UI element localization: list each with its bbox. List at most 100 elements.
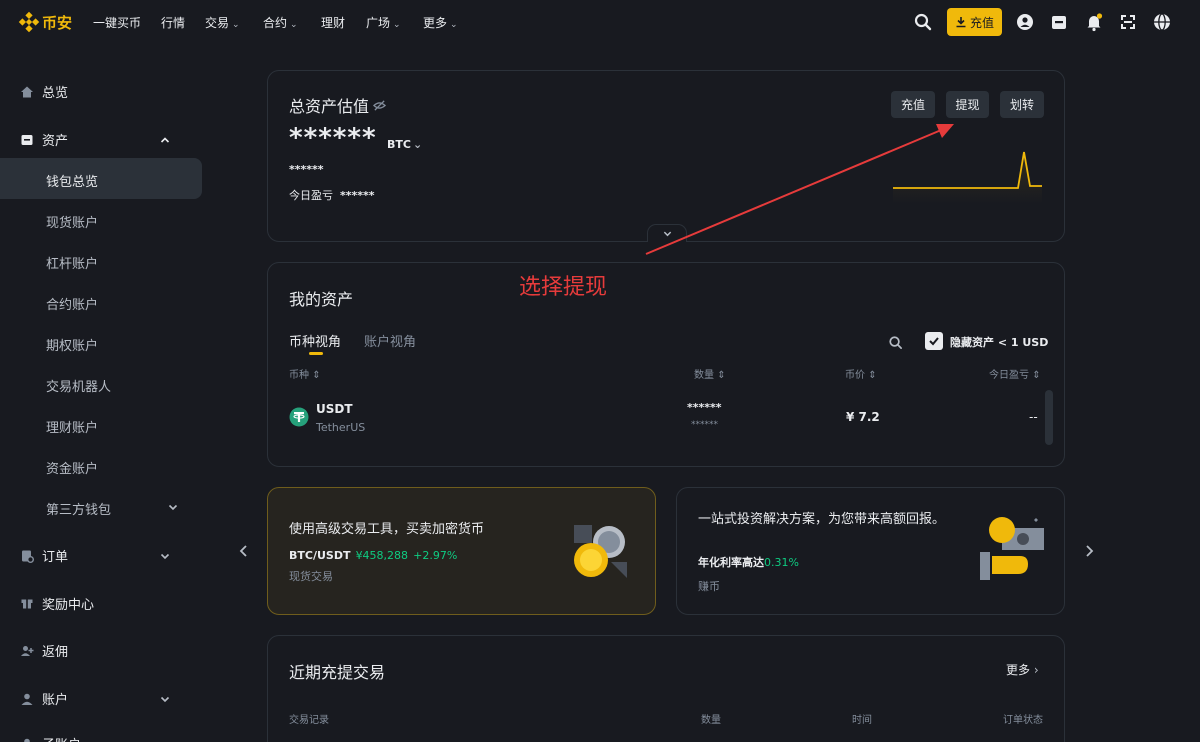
transfer-button[interactable]: 划转 <box>1000 91 1044 118</box>
nav-earn[interactable]: 理财 <box>321 14 345 31</box>
earn-illustration-icon <box>980 517 1044 580</box>
user-icon <box>21 693 33 705</box>
col-header-today-pnl[interactable]: 今日盈亏 ⇕ <box>989 366 1041 381</box>
my-assets-title: 我的资产 <box>289 290 354 309</box>
usdt-coin-icon <box>289 407 309 427</box>
sidebar-item-options[interactable]: 期权账户 <box>46 335 98 354</box>
promo-trade-tag: 现货交易 <box>289 570 333 583</box>
sidebar-item-futures[interactable]: 合约账户 <box>46 294 98 313</box>
recent-title: 近期充提交易 <box>289 663 386 682</box>
coin-symbol: USDT <box>316 402 353 416</box>
chevron-down-icon: ⌄ <box>290 20 298 30</box>
brand-name: 币安 <box>42 13 73 32</box>
nav-markets[interactable]: 行情 <box>161 14 185 31</box>
promo-earn-title: 一站式投资解决方案，为您带来高额回报。 <box>698 512 946 527</box>
balance-title: 总资产估值 <box>289 93 387 117</box>
orders-icon <box>22 550 34 563</box>
hide-small-checkbox[interactable] <box>925 332 943 350</box>
chevron-down-icon: ⌄ <box>232 20 240 30</box>
chevron-down-icon <box>160 553 170 559</box>
search-icon[interactable] <box>913 12 933 32</box>
promo-trade-title: 使用高级交易工具，买卖加密货币 <box>289 522 485 537</box>
my-assets-card <box>267 262 1065 467</box>
chevron-up-icon <box>160 136 170 143</box>
home-icon <box>21 86 33 97</box>
sidebar-item-margin[interactable]: 杠杆账户 <box>46 253 98 272</box>
brand-logo[interactable]: 币安 <box>18 11 72 33</box>
sidebar-item-assets[interactable]: 资产 <box>20 130 202 149</box>
withdraw-button[interactable]: 提现 <box>946 91 989 118</box>
bell-icon[interactable] <box>1084 12 1104 32</box>
wallet-icon[interactable] <box>1049 12 1069 32</box>
coin-name: TetherUS <box>316 421 366 434</box>
chevron-down-icon: ⌄ <box>393 20 401 30</box>
promo-earn-rate: 年化利率高达0.31% <box>698 556 799 569</box>
nav-more[interactable]: 更多 ⌄ <box>423 14 458 31</box>
sidebar-item-account[interactable]: 账户 <box>20 689 202 708</box>
coin-quantity-fiat: ****** <box>691 420 718 430</box>
sort-icon: ⇕ <box>312 370 321 381</box>
sidebar-item-overview[interactable]: 总览 <box>20 82 202 101</box>
coin-quantity: ****** <box>687 401 722 414</box>
chevron-down-icon: ⌄ <box>450 20 458 30</box>
top-navbar: 币安 一键买币 行情 交易 ⌄ 合约 ⌄ 理财 广场 ⌄ 更多 ⌄ 充值 <box>0 0 1200 44</box>
tab-coin-view[interactable]: 币种视角 <box>289 331 341 350</box>
nav-square[interactable]: 广场 ⌄ <box>366 14 401 31</box>
nav-futures[interactable]: 合约 ⌄ <box>263 14 298 31</box>
sidebar-item-wallet-overview[interactable]: 钱包总览 <box>46 171 98 190</box>
col-header-quantity[interactable]: 数量 ⇕ <box>694 366 726 381</box>
recent-transactions-card <box>267 635 1065 742</box>
sidebar-item-subaccount[interactable]: 子账户 <box>20 734 202 742</box>
eye-off-icon[interactable] <box>373 99 387 112</box>
coins-illustration-icon <box>574 525 627 578</box>
sidebar-item-rebate[interactable]: 返佣 <box>20 641 202 660</box>
search-icon[interactable] <box>888 335 903 350</box>
col-header-amount: 数量 <box>701 715 721 726</box>
nav-buy-crypto[interactable]: 一键买币 <box>93 14 141 31</box>
download-icon <box>956 17 966 28</box>
sidebar-item-third-party-wallet[interactable]: 第三方钱包 <box>46 499 182 518</box>
col-header-record: 交易记录 <box>289 715 329 726</box>
sidebar-item-spot[interactable]: 现货账户 <box>46 212 98 231</box>
sidebar-item-trading-bots[interactable]: 交易机器人 <box>46 376 111 395</box>
subaccount-icon <box>24 738 30 742</box>
col-header-coin[interactable]: 币种 ⇕ <box>289 366 321 381</box>
nav-trade[interactable]: 交易 ⌄ <box>205 14 240 31</box>
col-header-price[interactable]: 币价 ⇕ <box>845 366 877 381</box>
coin-price: ¥ 7.2 <box>846 410 880 424</box>
active-tab-indicator <box>309 352 323 355</box>
chevron-down-icon <box>168 504 178 511</box>
header-deposit-button[interactable]: 充值 <box>947 8 1002 36</box>
binance-logo-icon <box>18 11 40 33</box>
promo-trade-ticker: BTC/USDT ¥458,288 +2.97% <box>289 549 458 562</box>
promo-earn-tag: 赚币 <box>698 580 720 593</box>
user-icon[interactable] <box>1015 12 1035 32</box>
checkmark-icon <box>929 337 939 346</box>
sidebar-active-highlight <box>0 158 202 199</box>
wallet-icon <box>21 134 33 145</box>
currency-selector[interactable]: BTC ⌄ <box>387 138 422 151</box>
carousel-next-icon[interactable] <box>1083 544 1095 558</box>
col-header-status: 订单状态 <box>1003 715 1043 726</box>
add-user-icon <box>21 645 34 656</box>
globe-icon[interactable] <box>1152 12 1172 32</box>
hide-small-label[interactable]: 隐藏资产 < 1 USD <box>950 334 1048 350</box>
sidebar-item-earn[interactable]: 理财账户 <box>46 417 98 436</box>
tab-account-view[interactable]: 账户视角 <box>364 331 416 350</box>
table-scrollbar[interactable] <box>1045 390 1053 445</box>
chevron-right-icon: › <box>1033 663 1039 677</box>
sort-icon: ⇕ <box>1032 370 1041 381</box>
sidebar-item-funding[interactable]: 资金账户 <box>46 458 98 477</box>
col-header-time: 时间 <box>852 715 872 726</box>
coin-pnl: -- <box>1029 410 1038 424</box>
more-link[interactable]: 更多 › <box>1006 661 1039 678</box>
qr-icon[interactable] <box>1118 12 1138 32</box>
rewards-icon <box>21 599 33 608</box>
carousel-prev-icon[interactable] <box>238 544 250 558</box>
fiat-hidden-value: ****** <box>289 163 324 176</box>
annotation-label: 选择提现 <box>519 275 608 300</box>
today-pnl: 今日盈亏 ****** <box>289 189 375 202</box>
sidebar-item-orders[interactable]: 订单 <box>20 546 202 565</box>
sidebar-item-rewards[interactable]: 奖励中心 <box>20 594 202 613</box>
deposit-button[interactable]: 充值 <box>891 91 935 118</box>
